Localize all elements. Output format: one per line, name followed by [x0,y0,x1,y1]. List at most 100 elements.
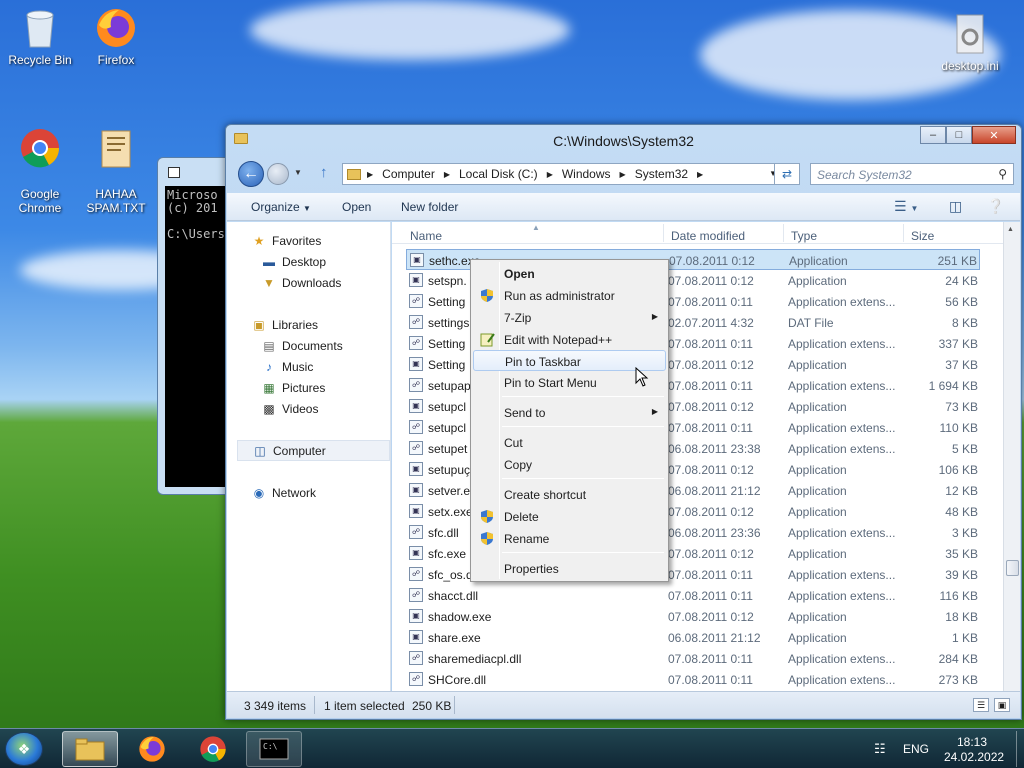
show-desktop-button[interactable] [1016,731,1024,767]
file-size: 1 694 KB [928,379,978,393]
network-tray-icon[interactable]: ☷ [874,741,886,757]
taskbar-explorer[interactable] [62,731,118,767]
chevron-right-icon: ▶ [546,169,553,179]
menu-item-cut[interactable]: Cut [473,432,666,453]
up-button[interactable]: ↑ [320,164,328,181]
desktop-icon-recycle-bin[interactable]: Recycle Bin [0,6,80,67]
refresh-button[interactable]: ⇄ [774,163,800,185]
application-icon: ▣ [410,253,424,267]
selection-count: 1 item selected [324,699,405,713]
submenu-arrow-icon: ▶ [651,312,658,321]
cloud [250,0,570,60]
menu-item-edit-notepad[interactable]: Edit with Notepad++ [473,329,666,350]
file-date: 07.08.2011 0:11 [668,589,753,603]
menu-item-rename[interactable]: Rename [473,528,666,549]
file-size: 251 KB [937,254,977,268]
forward-button[interactable] [267,163,289,185]
desktop-icon-desktop-ini[interactable]: desktop.ini [930,12,1010,73]
taskbar-chrome[interactable] [185,731,241,767]
vertical-scrollbar[interactable]: ▲ [1003,222,1020,691]
breadcrumb-system32[interactable]: System32 [635,167,688,181]
nav-network[interactable]: ◉ Network [251,486,316,500]
scroll-up-icon[interactable]: ▲ [1007,226,1014,233]
file-row[interactable]: ☍ shacct.dll 07.08.2011 0:11 Application ex… [406,585,980,606]
breadcrumb-computer[interactable]: Computer [382,167,435,181]
file-type: Application extens... [788,442,896,456]
menu-item-properties[interactable]: Properties [473,558,666,579]
nav-favorites[interactable]: ★ Favorites [251,234,322,248]
svg-text:C:\: C:\ [263,742,278,751]
back-button[interactable]: ← [238,161,264,187]
column-date[interactable]: Date modified [671,229,745,243]
minimize-button[interactable]: – [920,126,946,144]
file-date: 02.07.2011 4:32 [668,316,754,330]
start-button[interactable]: ❖ [5,732,43,766]
help-icon[interactable]: ❔ [987,198,1004,215]
nav-desktop[interactable]: ▬ Desktop [261,255,326,269]
file-type: Application extens... [788,526,896,540]
clock-time[interactable]: 18:13 [957,735,987,749]
menu-item-delete[interactable]: Delete [473,506,666,527]
file-name: Setting [428,337,466,351]
breadcrumb-local-disk[interactable]: Local Disk (C:) [459,167,538,181]
column-name[interactable]: Name [410,229,442,243]
search-input[interactable]: Search System32 ⚲ [810,163,1014,185]
file-type: Application [788,505,847,519]
maximize-button[interactable]: □ [946,126,972,144]
nav-pictures[interactable]: ▦ Pictures [261,381,325,395]
recycle-bin-icon [18,6,62,50]
preview-pane-icon[interactable]: ◫ [949,198,962,215]
file-date: 07.08.2011 0:12 [668,610,754,624]
new-folder-button[interactable]: New folder [401,200,458,214]
desktop-icon-spam-txt[interactable]: HAHAA SPAM.TXT [76,112,156,229]
menu-item-7zip[interactable]: 7-Zip ▶ [473,307,666,328]
column-size[interactable]: Size [911,229,934,243]
recent-pages-dropdown[interactable]: ▼ [294,168,302,177]
language-indicator[interactable]: ENG [903,742,929,756]
column-type[interactable]: Type [791,229,817,243]
file-size: 106 KB [938,463,978,477]
nav-videos[interactable]: ▩ Videos [261,402,318,416]
large-icons-view-icon[interactable]: ▣ [994,698,1010,712]
desktop-icon-label: Recycle Bin [8,53,72,67]
nav-music[interactable]: ♪ Music [261,360,313,374]
file-name: setspn. [428,274,467,288]
menu-item-send-to[interactable]: Send to ▶ [473,402,666,423]
menu-item-run-as-administrator[interactable]: Run as administrator [473,285,666,306]
file-row[interactable]: ☍ sharemediacpl.dll 07.08.2011 0:11 Applica… [406,648,980,669]
open-button[interactable]: Open [342,200,371,214]
view-options-icon[interactable]: ☰ ▼ [894,198,918,215]
menu-item-copy[interactable]: Copy [473,454,666,475]
menu-item-create-shortcut[interactable]: Create shortcut [473,484,666,505]
details-view-icon[interactable]: ☰ [973,698,989,712]
file-date: 07.08.2011 0:12 [669,254,755,268]
organize-button[interactable]: Organize ▼ [251,200,311,214]
scrollbar-thumb[interactable] [1006,560,1019,576]
nav-documents[interactable]: ▤ Documents [261,339,342,353]
desktop-icon-label: Google Chrome [18,187,62,215]
file-row[interactable]: ▣ shadow.exe 07.08.2011 0:12 Application 18 … [406,606,980,627]
file-size: 56 KB [945,295,978,309]
file-row[interactable]: ☍ SHCore.dll 07.08.2011 0:11 Application ex… [406,669,980,690]
close-button[interactable]: ✕ [972,126,1016,144]
file-date: 07.08.2011 0:12 [668,274,754,288]
text-file-icon [94,126,138,170]
nav-computer[interactable]: ◫ Computer [237,440,390,461]
taskbar-command-prompt[interactable]: C:\ [246,731,302,767]
nav-libraries[interactable]: ▣ Libraries [251,318,318,332]
file-size: 284 KB [938,652,978,666]
desktop-icon-firefox[interactable]: Firefox [76,6,156,67]
file-icon: ☍ [409,420,423,434]
file-size: 35 KB [945,547,978,561]
taskbar-firefox[interactable] [124,731,180,767]
desktop-icon-google-chrome[interactable]: Google Chrome [0,112,80,229]
file-size: 5 KB [951,442,978,456]
file-icon: ☍ [409,588,423,602]
breadcrumb-windows[interactable]: Windows [562,167,611,181]
address-bar[interactable]: ▶ Computer ▶ Local Disk (C:) ▶ Windows ▶… [342,163,782,185]
file-date: 06.08.2011 23:36 [668,526,761,540]
menu-item-open[interactable]: Open [473,263,666,284]
file-row[interactable]: ▣ share.exe 06.08.2011 21:12 Application 1 K… [406,627,980,648]
clock-date[interactable]: 24.02.2022 [944,750,1004,764]
nav-downloads[interactable]: ▼ Downloads [261,276,341,290]
